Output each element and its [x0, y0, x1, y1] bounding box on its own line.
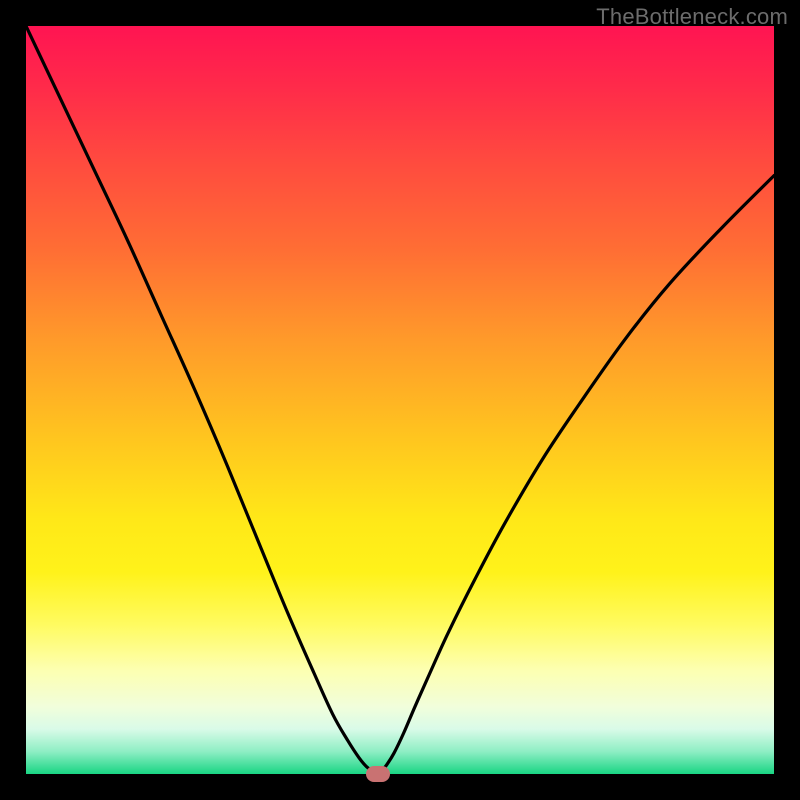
watermark-text: TheBottleneck.com: [596, 4, 788, 30]
curve-svg: [26, 26, 774, 774]
bottleneck-curve: [26, 26, 774, 774]
min-marker: [366, 766, 390, 782]
plot-area: [26, 26, 774, 774]
chart-frame: TheBottleneck.com: [0, 0, 800, 800]
